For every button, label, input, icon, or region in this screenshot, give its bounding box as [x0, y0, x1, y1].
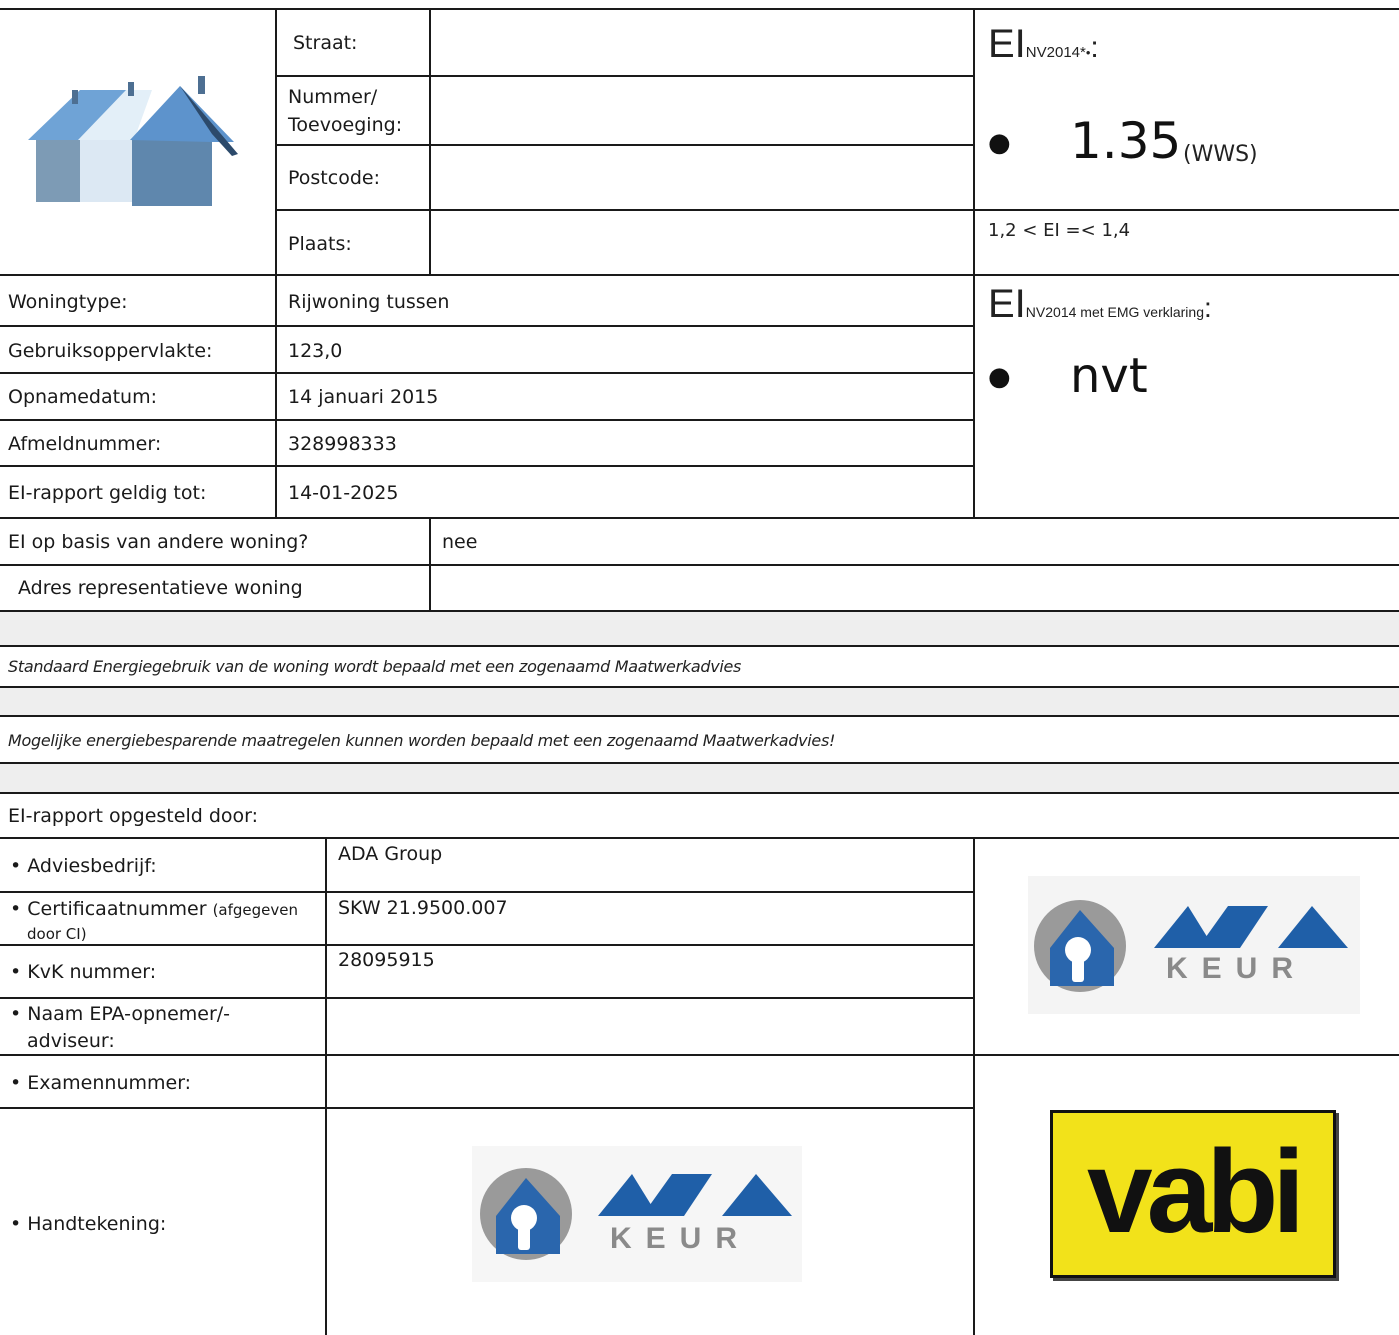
certificaat-label: • Certificaatnummer (afgegeven	[10, 898, 298, 920]
energiegebruik-note: Standaard Energiegebruik van de woning w…	[8, 657, 742, 676]
postcode-label: Postcode:	[288, 167, 380, 189]
ada-keur-logo: KEUR	[1028, 876, 1360, 1014]
signature-logo: KEUR	[472, 1146, 802, 1282]
vabi-text: vabi	[1086, 1126, 1305, 1258]
signature-keur-text: KEUR	[610, 1222, 751, 1255]
maatregelen-note: Mogelijke energiebesparende maatregelen …	[8, 731, 836, 750]
afmeldnummer-label: Afmeldnummer:	[8, 433, 162, 455]
naam-label-cont: adviseur:	[27, 1030, 115, 1052]
keur-text: KEUR	[1166, 952, 1307, 985]
representatief-label: Adres representatieve woning	[18, 577, 303, 599]
kvk-label: • KvK nummer:	[10, 961, 157, 983]
house-icon	[28, 76, 238, 206]
opnamedatum-value: 14 januari 2015	[288, 386, 439, 408]
ei-unit: (WWS)	[1183, 142, 1258, 167]
handtekening-label: • Handtekening:	[10, 1213, 167, 1235]
geldig-label: EI-rapport geldig tot:	[8, 482, 207, 504]
adviesbedrijf-value: ADA Group	[338, 843, 443, 865]
city-label: Plaats:	[288, 233, 352, 255]
kvk-value: 28095915	[338, 949, 435, 971]
certificaat-value: SKW 21.9500.007	[338, 897, 508, 919]
examen-label: • Examennummer:	[10, 1072, 192, 1094]
adviesbedrijf-label: • Adviesbedrijf:	[10, 855, 157, 877]
opnamedatum-label: Opnamedatum:	[8, 386, 158, 408]
naam-label: • Naam EPA-opnemer/-	[10, 1003, 231, 1025]
vabi-logo: vabi	[1050, 1110, 1336, 1278]
oppervlakte-label: Gebruiksoppervlakte:	[8, 340, 213, 362]
ei-emg-heading: EINV2014 met EMG verklaring:	[988, 282, 1212, 326]
ei-emg-value: nvt	[1070, 348, 1148, 404]
geldig-value: 14-01-2025	[288, 482, 399, 504]
woningtype-value: Rijwoning tussen	[288, 291, 450, 313]
andere-woning-label: EI op basis van andere woning?	[8, 531, 309, 553]
woningtype-label: Woningtype:	[8, 291, 128, 313]
ei-value: 1.35	[1070, 112, 1182, 170]
addition-label: Toevoeging:	[288, 114, 403, 136]
oppervlakte-value: 123,0	[288, 340, 343, 362]
ei-bullet: ●	[988, 128, 1011, 158]
andere-woning-value: nee	[442, 531, 478, 553]
afmeldnummer-value: 328998333	[288, 433, 397, 455]
ei-emg-bullet: ●	[988, 362, 1011, 392]
certificaat-note: door CI)	[27, 925, 87, 943]
ei-heading: EINV2014*•:	[988, 22, 1099, 66]
street-label: Straat:	[293, 32, 358, 54]
number-label: Nummer/	[288, 86, 378, 108]
ei-range: 1,2 < EI =< 1,4	[988, 220, 1131, 241]
author-heading: EI-rapport opgesteld door:	[8, 805, 259, 827]
